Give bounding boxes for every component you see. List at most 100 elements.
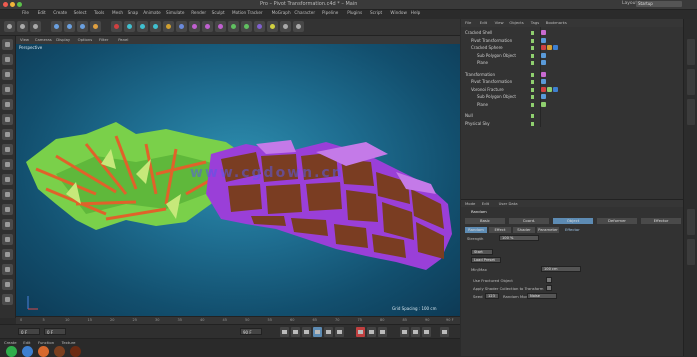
bodypaint-tool[interactable] [2,279,13,290]
menu-plugins[interactable]: Plugins [347,10,362,15]
object-tag-icon[interactable] [553,45,558,50]
objects-column-divider[interactable] [540,27,541,127]
solo-mode-tool[interactable] [2,219,13,230]
dock-tab-content-browser[interactable] [687,99,695,125]
object-tag-icon[interactable] [541,71,546,77]
attr-tab-coord[interactable]: Coord. [509,218,549,224]
undo-button[interactable] [4,21,15,32]
menu-animate[interactable]: Animate [143,10,161,15]
start-frame-field[interactable]: 0 F [44,328,66,335]
attributes-menu-edit[interactable]: Edit [482,201,489,206]
seed-field[interactable]: 123 [485,293,499,299]
menu-character[interactable]: Character [294,10,315,15]
menu-motion-tracker[interactable]: Motion Tracker [232,10,263,15]
menu-simulate[interactable]: Simulate [166,10,185,15]
redo-button[interactable] [17,21,28,32]
record-button[interactable] [356,327,365,337]
strength-field[interactable]: 100 % [499,235,539,241]
dock-tab-objects[interactable] [687,39,695,65]
close-window-icon[interactable] [3,2,8,7]
dock-tab-attributes[interactable] [687,209,695,235]
go-to-start-button[interactable] [280,327,289,337]
edges-mode-tool[interactable] [2,114,13,125]
polygons-mode-tool[interactable] [2,129,13,140]
workplane-mode-tool[interactable] [2,84,13,95]
menu-sculpt[interactable]: Sculpt [212,10,225,15]
menu-window[interactable]: Window [390,10,407,15]
minimize-window-icon[interactable] [10,2,15,7]
material-menu-function[interactable]: Function [38,340,54,345]
objects-menu-objects[interactable]: Objects [509,20,523,25]
option-0-checkbox[interactable] [546,277,552,283]
step-back-button[interactable] [291,327,300,337]
object-row[interactable]: Physical Sky [461,120,683,128]
axis-mode-tool[interactable] [2,144,13,155]
attributes-menu-mode[interactable]: Mode [465,201,475,206]
current-frame-field[interactable]: 0 F [18,328,40,335]
object-tag-icon[interactable] [541,30,546,35]
make-editable-tool[interactable] [2,39,13,50]
material-menu-texture[interactable]: Texture [62,340,76,345]
material-swatch[interactable] [38,346,49,357]
cube-button[interactable] [189,21,200,32]
visibility-check-icon[interactable] [531,87,534,92]
visibility-check-icon[interactable] [531,31,534,35]
timeline-menu-button[interactable] [440,327,449,337]
attr-subtab-effect[interactable]: Effect [489,227,511,233]
object-tag-icon[interactable] [541,86,546,92]
keyframe-selection-button[interactable] [378,327,387,337]
scale-button[interactable] [64,21,75,32]
play-back-button[interactable] [302,327,311,337]
object-tag-icon[interactable] [541,60,546,65]
load-preset-button[interactable]: Load Preset [471,257,501,263]
visibility-check-icon[interactable] [531,38,534,43]
viewport-menu-display[interactable]: Display [56,37,70,42]
menu-tools[interactable]: Tools [94,10,104,15]
viewport-menu-view[interactable]: View [20,37,29,42]
object-tag-icon[interactable] [547,45,552,50]
option-1-checkbox[interactable] [546,285,552,291]
redshift-tool[interactable] [2,249,13,260]
locked-workplane-tool[interactable] [2,204,13,215]
workplane-button[interactable] [293,21,304,32]
visibility-check-icon[interactable] [531,72,534,77]
points-mode-tool[interactable] [2,99,13,110]
object-row[interactable]: Plane [461,59,683,67]
dock-tab-takes[interactable] [687,69,695,95]
menu-file[interactable]: File [22,10,29,15]
texture-mode-tool[interactable] [2,69,13,80]
render-view-button[interactable] [111,21,122,32]
menu-help[interactable]: Help [411,10,421,15]
object-tag-icon[interactable] [541,79,546,84]
visibility-check-icon[interactable] [531,53,534,58]
material-menu-edit[interactable]: Edit [23,340,30,345]
live-selection-button[interactable] [30,21,41,32]
go-to-end-button[interactable] [335,327,344,337]
visibility-check-icon[interactable] [531,80,534,84]
world-coords-button[interactable] [176,21,187,32]
layout-dropdown[interactable]: Startup [636,1,682,7]
render-settings-button[interactable] [137,21,148,32]
viewport-menu-filter[interactable]: Filter [99,37,108,42]
object-tag-icon[interactable] [541,101,546,107]
nurbs-button[interactable] [202,21,213,32]
attr-tab-deformer[interactable]: Deformer [597,218,637,224]
array-button[interactable] [215,21,226,32]
menu-script[interactable]: Script [370,10,382,15]
menu-select[interactable]: Select [74,10,87,15]
viewport-menu-panel[interactable]: Panel [118,37,128,42]
move-button[interactable] [51,21,62,32]
object-tag-icon[interactable] [541,52,546,58]
material-menu-create[interactable]: Create [4,340,17,345]
soft-selection-tool[interactable] [2,189,13,200]
y-axis-button[interactable] [163,21,174,32]
attr-subtab-parameter[interactable]: Parameter [537,227,559,233]
attributes-menu-user-data[interactable]: User Data [499,201,518,206]
object-tag-icon[interactable] [553,86,558,92]
menu-pipeline[interactable]: Pipeline [322,10,338,15]
position-key-button[interactable] [400,327,409,337]
rotation-key-button[interactable] [422,327,431,337]
menu-mesh[interactable]: Mesh [112,10,123,15]
objects-menu-bookmarks[interactable]: Bookmarks [546,20,567,25]
object-row[interactable]: Plane [461,101,683,109]
